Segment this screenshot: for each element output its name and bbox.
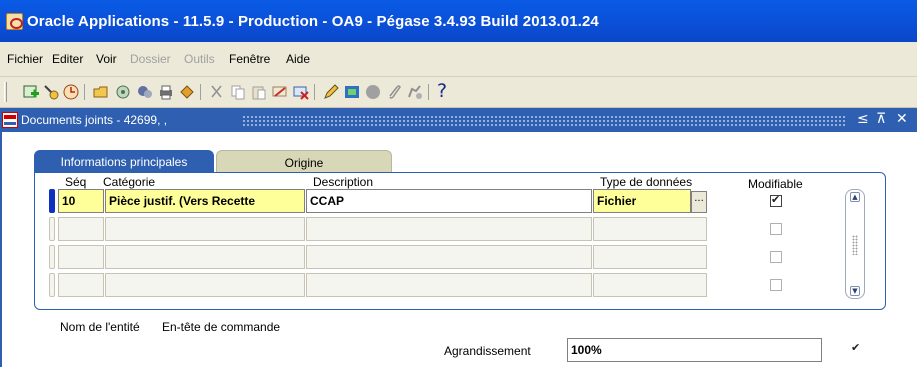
toolbar-separator <box>84 84 85 100</box>
help-icon[interactable]: ? <box>437 80 455 102</box>
modifiable-checkbox[interactable] <box>770 193 782 207</box>
title-bar: Oracle Applications - 11.5.9 - Productio… <box>0 0 917 42</box>
minimize-icon[interactable]: ≤ <box>857 111 869 127</box>
scroll-up-icon[interactable]: ▲ <box>850 192 860 202</box>
category-field[interactable] <box>105 245 305 269</box>
title-bar-texture <box>242 115 846 126</box>
menu-bar: Fichier Editer Voir Dossier Outils Fenêt… <box>0 42 917 77</box>
folder-tools-icon[interactable] <box>406 83 424 101</box>
column-header-seq: Séq <box>65 175 87 189</box>
modifiable-checkbox[interactable] <box>770 251 782 263</box>
close-form-icon[interactable] <box>178 83 196 101</box>
category-field[interactable] <box>105 217 305 241</box>
zoom-field[interactable]: 100% <box>567 338 822 362</box>
entity-name-label: Nom de l'entité <box>60 320 140 334</box>
edit-field-icon[interactable] <box>322 83 340 101</box>
paste-icon[interactable] <box>250 83 268 101</box>
seq-field[interactable] <box>58 245 104 269</box>
datatype-field[interactable]: Fichier <box>593 189 691 213</box>
tab-origine[interactable]: Origine <box>216 150 392 174</box>
seq-field[interactable]: 10 <box>58 189 104 213</box>
switch-responsibility-icon[interactable] <box>136 83 154 101</box>
print-icon[interactable] <box>157 83 175 101</box>
save-icon[interactable] <box>114 83 132 101</box>
column-header-datatype: Type de données <box>600 175 693 189</box>
zoom-checkbox[interactable] <box>850 341 862 355</box>
datatype-field[interactable] <box>593 273 707 297</box>
toolbar-separator <box>428 84 429 100</box>
row-indicator[interactable] <box>49 273 55 297</box>
list-of-values-button[interactable]: ... <box>691 191 707 213</box>
attachments-icon[interactable] <box>385 83 403 101</box>
column-header-category: Catégorie <box>103 175 156 189</box>
inner-window-title: Documents joints - 42699, , <box>21 113 168 127</box>
row-indicator[interactable] <box>49 245 55 269</box>
current-row-indicator[interactable] <box>49 189 55 213</box>
maximize-icon[interactable]: ⊼ <box>876 111 886 127</box>
new-record-icon[interactable] <box>22 83 40 101</box>
zoom-label: Agrandissement <box>444 344 531 358</box>
form-content: Informations principales Origine Séq Cat… <box>0 132 917 367</box>
menu-editer[interactable]: Editer <box>52 52 83 66</box>
attachments-table: Séq Catégorie Description Type de donnée… <box>34 172 886 310</box>
menu-aide[interactable]: Aide <box>286 52 310 66</box>
translations-icon[interactable] <box>364 83 382 101</box>
category-field[interactable]: Pièce justif. (Vers Recette <box>105 189 305 213</box>
toolbar-separator <box>314 84 315 100</box>
datatype-field[interactable] <box>593 245 707 269</box>
modifiable-checkbox[interactable] <box>770 223 782 235</box>
seq-field[interactable] <box>58 217 104 241</box>
cut-icon[interactable] <box>208 83 226 101</box>
zoom-icon[interactable] <box>343 83 361 101</box>
copy-icon[interactable] <box>229 83 247 101</box>
scroll-grip[interactable] <box>852 235 858 255</box>
menu-outils[interactable]: Outils <box>184 52 215 66</box>
inner-window-title-bar: Documents joints - 42699, , ≤ ⊼ ✕ <box>0 108 917 132</box>
clear-record-icon[interactable] <box>271 83 289 101</box>
tab-informations-principales[interactable]: Informations principales <box>34 150 214 174</box>
oracle-app-icon <box>6 13 23 30</box>
menu-fenetre[interactable]: Fenêtre <box>229 52 270 66</box>
toolbar-handle <box>4 82 7 102</box>
description-field[interactable]: CCAP <box>306 189 592 213</box>
description-field[interactable] <box>306 245 592 269</box>
entity-name-value: En-tête de commande <box>162 320 281 334</box>
description-field[interactable] <box>306 273 592 297</box>
window-title: Oracle Applications - 11.5.9 - Productio… <box>27 13 599 30</box>
column-header-description: Description <box>313 175 374 189</box>
modifiable-checkbox[interactable] <box>770 279 782 291</box>
column-header-modifiable: Modifiable <box>748 177 803 191</box>
vertical-scrollbar[interactable]: ▲ ▼ <box>845 189 865 299</box>
toolbar-separator <box>200 84 201 100</box>
navigator-icon[interactable] <box>62 83 80 101</box>
scroll-down-icon[interactable]: ▼ <box>850 286 860 296</box>
category-field[interactable] <box>105 273 305 297</box>
menu-fichier[interactable]: Fichier <box>7 52 43 66</box>
seq-field[interactable] <box>58 273 104 297</box>
row-indicator[interactable] <box>49 217 55 241</box>
menu-voir[interactable]: Voir <box>96 52 117 66</box>
find-icon[interactable] <box>42 83 60 101</box>
open-folder-icon[interactable] <box>92 83 110 101</box>
delete-icon[interactable] <box>292 83 310 101</box>
oracle-logo-icon <box>2 112 18 128</box>
close-window-icon[interactable]: ✕ <box>896 111 908 127</box>
toolbar: ? <box>0 77 917 108</box>
description-field[interactable] <box>306 217 592 241</box>
menu-dossier[interactable]: Dossier <box>130 52 171 66</box>
datatype-field[interactable] <box>593 217 707 241</box>
